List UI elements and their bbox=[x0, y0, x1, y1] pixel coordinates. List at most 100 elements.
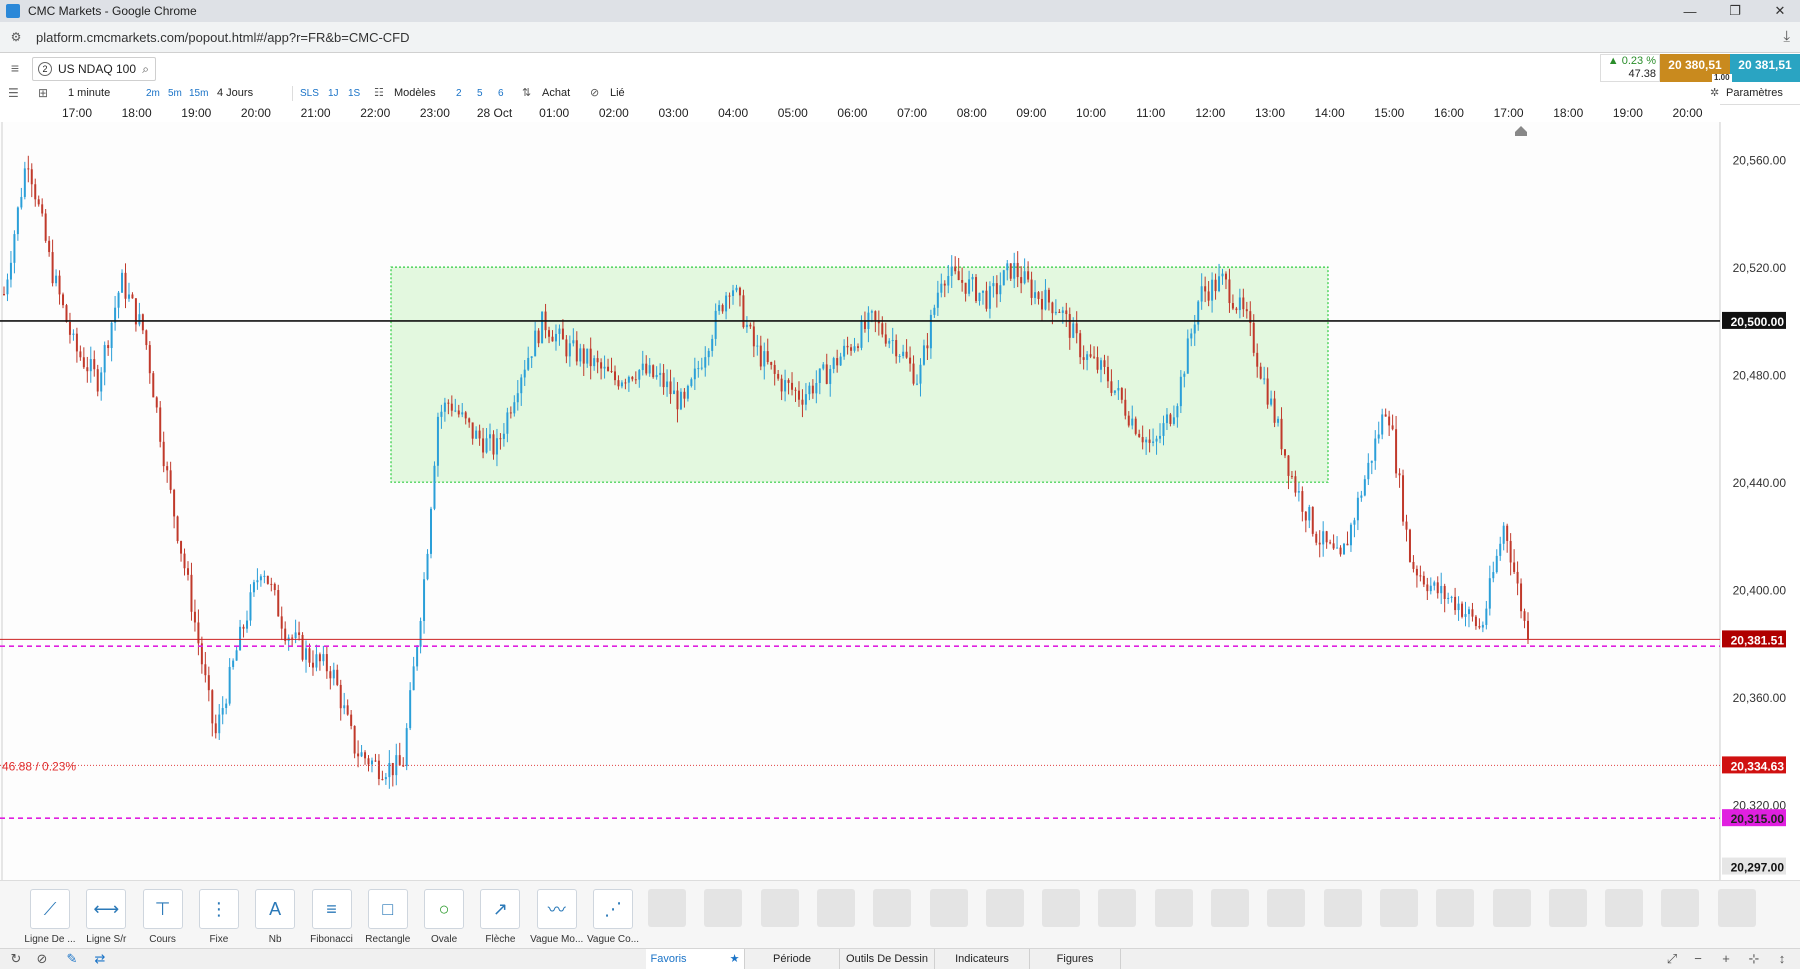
tool-fibonacci[interactable]: ≡ Fibonacci bbox=[304, 889, 360, 945]
tab-indicateurs[interactable]: Indicateurs bbox=[935, 949, 1030, 969]
empty-tool-slot[interactable] bbox=[1267, 889, 1306, 927]
minimize-button[interactable]: — bbox=[1670, 0, 1710, 22]
empty-tool-slot[interactable] bbox=[1323, 889, 1362, 927]
empty-tool-slot[interactable] bbox=[760, 889, 799, 927]
expand-icon[interactable]: ↕ bbox=[1774, 951, 1790, 967]
empty-tool-slot[interactable] bbox=[1379, 889, 1418, 927]
empty-tool-slot[interactable] bbox=[1154, 889, 1193, 927]
price-chart[interactable]: 46.88 / 0.23% 20,560.00 20,520.00 20,480.00… bbox=[0, 122, 1800, 880]
url-text[interactable]: platform.cmcmarkets.com/popout.html#/app… bbox=[36, 30, 410, 45]
empty-tool-slot[interactable] bbox=[816, 889, 855, 927]
tab-outils-de-dessin[interactable]: Outils De Dessin bbox=[840, 949, 935, 969]
instrument-name: US NDAQ 100 bbox=[58, 62, 137, 76]
empty-tool-slot[interactable] bbox=[648, 889, 686, 927]
interval-15m[interactable]: 15m bbox=[189, 86, 208, 101]
buy-button-toolbar[interactable]: Achat bbox=[542, 86, 570, 101]
empty-tool-slot[interactable] bbox=[1042, 889, 1081, 927]
candle-body bbox=[1034, 292, 1037, 298]
tool-text-note[interactable]: A Nb bbox=[247, 889, 303, 945]
candle-body bbox=[1176, 406, 1179, 418]
download-icon[interactable]: ⤓ bbox=[1783, 28, 1790, 45]
buy-chart-icon[interactable]: ⇅ bbox=[522, 86, 531, 101]
refresh-icon[interactable]: ↻ bbox=[8, 951, 24, 967]
candle-body bbox=[954, 266, 957, 272]
candle-body bbox=[211, 690, 214, 724]
tool-support-resistance-line[interactable]: ⟷ Ligne S/r bbox=[78, 889, 134, 945]
empty-tool-slot[interactable] bbox=[1098, 889, 1137, 927]
zoom-out-icon[interactable]: − bbox=[1690, 951, 1706, 967]
empty-tool-slot[interactable] bbox=[1548, 889, 1587, 927]
interval-2m[interactable]: 2m bbox=[146, 86, 160, 101]
tool-wave-motive[interactable]: 〰 Vague Mo... bbox=[529, 889, 585, 945]
empty-tool-slot[interactable] bbox=[704, 889, 743, 927]
candle-body bbox=[502, 433, 505, 439]
empty-tool-slot[interactable] bbox=[1436, 889, 1475, 927]
zoom-in-icon[interactable]: + bbox=[1718, 951, 1734, 967]
search-icon[interactable]: ⌕ bbox=[142, 62, 149, 77]
tool-wave-corrective[interactable]: ⋰ Vague Co... bbox=[585, 889, 641, 945]
range-1j[interactable]: 1J bbox=[328, 86, 339, 101]
layout-icon[interactable]: ⊞ bbox=[38, 86, 48, 101]
time-tick-label: 12:00 bbox=[1195, 106, 1226, 120]
tool-arrow[interactable]: ↗ Flèche bbox=[472, 889, 528, 945]
empty-tool-slot[interactable] bbox=[1492, 889, 1531, 927]
zoom-fit-icon[interactable]: ⤢ bbox=[1664, 951, 1680, 967]
interval-selector[interactable]: 1 minute bbox=[68, 86, 110, 101]
candle-body bbox=[815, 382, 818, 394]
sell-button[interactable]: 20 380,51 1.00 bbox=[1660, 54, 1732, 82]
buy-button[interactable]: 20 381,51 bbox=[1730, 54, 1800, 82]
empty-tool-slot[interactable] bbox=[1717, 889, 1756, 927]
empty-tool-slot[interactable] bbox=[929, 889, 968, 927]
empty-tool-slot[interactable] bbox=[985, 889, 1024, 927]
tool-rectangle[interactable]: □ Rectangle bbox=[360, 889, 416, 945]
settings-button[interactable]: Paramètres bbox=[1726, 86, 1783, 101]
tool-fixed-line[interactable]: ⋮ Fixe bbox=[191, 889, 247, 945]
range-1s[interactable]: 1S bbox=[348, 86, 360, 101]
linked-button[interactable]: Lié bbox=[610, 86, 625, 101]
candle-body bbox=[20, 196, 23, 208]
tool-price-line[interactable]: ⊤ Cours bbox=[135, 889, 191, 945]
layout-5[interactable]: 5 bbox=[477, 86, 483, 101]
candle-body bbox=[1207, 291, 1210, 301]
candle-body bbox=[1263, 378, 1266, 380]
site-info-icon[interactable]: ⚙ bbox=[8, 29, 24, 45]
cancel-icon[interactable]: ⊘ bbox=[34, 951, 50, 967]
change-percent: ▲ 0.23 % bbox=[1607, 55, 1656, 67]
candle-body bbox=[190, 574, 193, 612]
templates-icon[interactable]: ☷ bbox=[374, 86, 384, 101]
empty-tool-slot[interactable] bbox=[873, 889, 912, 927]
pencil-icon[interactable]: ✎ bbox=[64, 951, 80, 967]
candle-body bbox=[627, 376, 630, 383]
candle-body bbox=[548, 330, 551, 337]
menu-icon[interactable]: ≡ bbox=[4, 60, 26, 76]
empty-tool-slot[interactable] bbox=[1661, 889, 1700, 927]
swap-icon[interactable]: ⇄ bbox=[92, 951, 108, 967]
range-sls[interactable]: SLS bbox=[300, 86, 319, 101]
crosshair-icon[interactable]: ⊹ bbox=[1746, 951, 1762, 967]
settings-icon[interactable]: ✲ bbox=[1710, 86, 1719, 101]
layout-6[interactable]: 6 bbox=[498, 86, 504, 101]
empty-tool-slot[interactable] bbox=[1211, 889, 1249, 927]
tab-figures[interactable]: Figures bbox=[1030, 949, 1121, 969]
templates-button[interactable]: Modèles bbox=[394, 86, 436, 101]
candle-body bbox=[461, 412, 464, 415]
tool-label: Fixe bbox=[209, 934, 229, 945]
tool-oval[interactable]: ○ Ovale bbox=[416, 889, 472, 945]
candle-body bbox=[68, 321, 71, 335]
close-button[interactable]: ✕ bbox=[1760, 0, 1800, 22]
interval-5m[interactable]: 5m bbox=[168, 86, 182, 101]
layout-2[interactable]: 2 bbox=[456, 86, 462, 101]
candle-body bbox=[527, 357, 530, 370]
range-selector[interactable]: 4 Jours bbox=[217, 86, 253, 101]
linked-icon[interactable]: ⊘ bbox=[590, 86, 599, 101]
candle-body bbox=[218, 714, 221, 734]
tab-periode[interactable]: Période bbox=[745, 949, 840, 969]
empty-tool-slot[interactable] bbox=[1605, 889, 1644, 927]
list-icon[interactable]: ☰ bbox=[8, 86, 19, 101]
tool-trendline[interactable]: ⟋ Ligne De ... bbox=[22, 889, 78, 945]
candle-body bbox=[669, 381, 672, 395]
tab-favoris[interactable]: Favoris ★ bbox=[646, 949, 745, 969]
candle-body bbox=[513, 402, 516, 414]
maximize-button[interactable]: ❐ bbox=[1715, 0, 1755, 22]
instrument-selector[interactable]: 2 US NDAQ 100 ⌕ bbox=[32, 57, 156, 81]
